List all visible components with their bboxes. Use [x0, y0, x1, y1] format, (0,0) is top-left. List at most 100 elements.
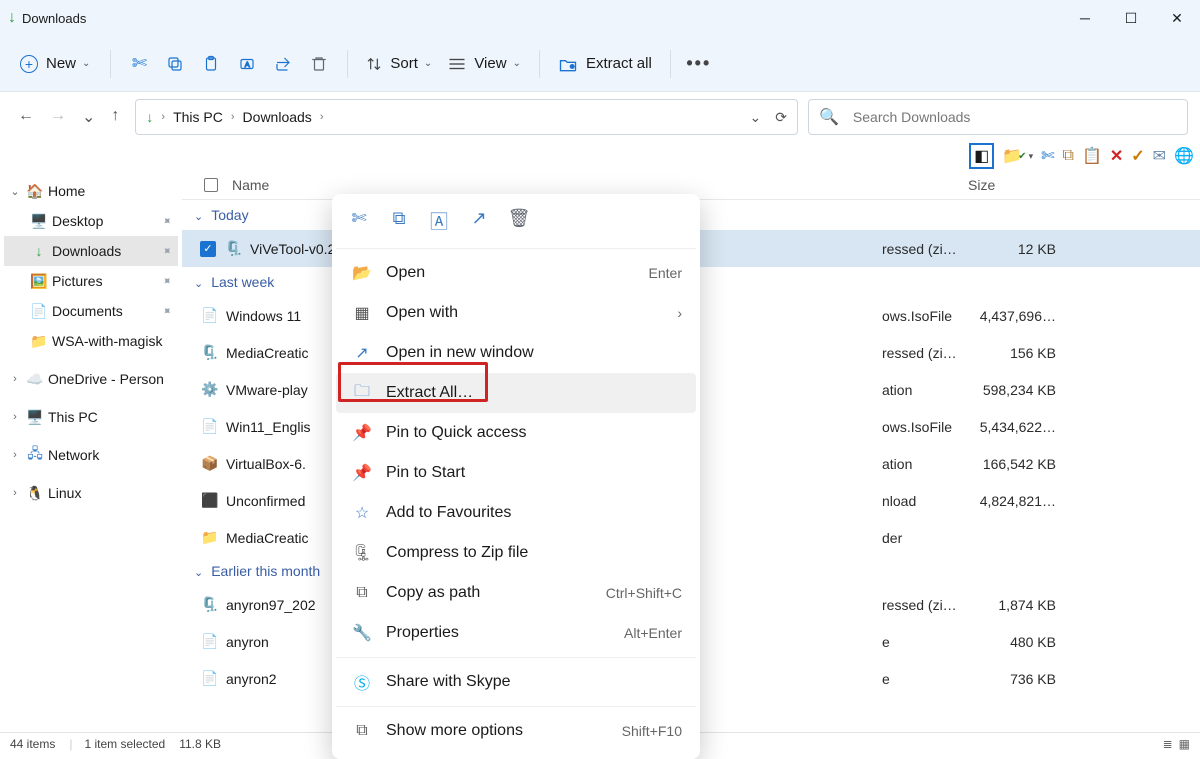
- ctx-open-new-window[interactable]: ↗Open in new window: [336, 333, 696, 373]
- file-size: 4,437,696…: [974, 308, 1056, 324]
- search-placeholder: Search Downloads: [853, 109, 971, 125]
- sidebar-onedrive[interactable]: ›☁️OneDrive - Person: [4, 364, 178, 394]
- separator: [670, 50, 671, 78]
- file-icon: ⬛: [200, 492, 220, 509]
- cut-button[interactable]: ✄: [121, 46, 157, 82]
- sidebar-pictures[interactable]: 🖼️Pictures✦: [4, 266, 178, 296]
- file-icon: 🗜️: [200, 596, 220, 613]
- paste-button[interactable]: [193, 46, 229, 82]
- delete-icon[interactable]: 🗑: [508, 208, 530, 234]
- mail-icon[interactable]: ✉: [1153, 146, 1166, 166]
- file-name: Unconfirmed: [226, 493, 305, 509]
- extension-toolbar: ◧ 📁✔▾ ✄ ⧉ 📋 ✕ ✓ ✉ 🌐: [0, 142, 1200, 170]
- recent-button[interactable]: ⌄: [82, 107, 95, 127]
- maximize-button[interactable]: ☐: [1108, 0, 1154, 36]
- ctx-pin-start[interactable]: 📌Pin to Start: [336, 453, 696, 493]
- sidebar-linux[interactable]: ›🐧Linux: [4, 478, 178, 508]
- copy-button[interactable]: [157, 46, 193, 82]
- sidebar-documents[interactable]: 📄Documents✦: [4, 296, 178, 326]
- svg-text:A: A: [245, 60, 250, 69]
- breadcrumb-thispc[interactable]: This PC: [173, 109, 223, 125]
- file-name: anyron2: [226, 671, 277, 687]
- sidebar-desktop[interactable]: 🖥️Desktop✦: [4, 206, 178, 236]
- file-icon: 📁: [200, 529, 220, 546]
- sidebar-label: Desktop: [52, 213, 103, 229]
- copy-icon[interactable]: ⧉: [1063, 147, 1074, 165]
- folder-icon: 📂: [350, 263, 374, 283]
- row-checkbox[interactable]: ✓: [200, 241, 216, 257]
- share-button[interactable]: [265, 46, 301, 82]
- forward-button[interactable]: →: [50, 107, 66, 127]
- file-size: 156 KB: [974, 345, 1056, 361]
- panel-icon[interactable]: ◧: [969, 143, 994, 169]
- file-name: VirtualBox-6.: [226, 456, 306, 472]
- ctx-extract-all[interactable]: 🗀Extract All…: [336, 373, 696, 413]
- status-sel-size: 11.8 KB: [179, 737, 221, 751]
- back-button[interactable]: ←: [18, 107, 34, 127]
- refresh-button[interactable]: ⟳: [775, 109, 787, 126]
- more-icon: ⧉: [350, 722, 374, 740]
- sidebar-label: Documents: [52, 303, 123, 319]
- check-icon[interactable]: ✓: [1131, 146, 1144, 166]
- pin-icon: 📌: [350, 423, 374, 443]
- globe-icon[interactable]: 🌐: [1174, 146, 1194, 166]
- extract-all-button[interactable]: Extract all: [550, 49, 660, 79]
- up-button[interactable]: ↑: [111, 107, 119, 127]
- sort-button[interactable]: Sort ⌄: [358, 49, 440, 78]
- x-icon[interactable]: ✕: [1110, 146, 1123, 166]
- copy-icon[interactable]: ⧉: [388, 208, 410, 234]
- file-type: ressed (zi…: [882, 597, 957, 613]
- file-name: Win11_Englis: [226, 419, 311, 435]
- sidebar-thispc[interactable]: ›🖥️This PC: [4, 402, 178, 432]
- share-icon[interactable]: ↗: [468, 208, 490, 234]
- more-button[interactable]: •••: [681, 46, 717, 82]
- new-button[interactable]: + New ⌄: [10, 49, 100, 79]
- chevron-down-icon: ⌄: [82, 58, 90, 69]
- sidebar-downloads[interactable]: ↓Downloads✦: [4, 236, 178, 266]
- window-controls: ─ ☐ ✕: [1062, 0, 1200, 36]
- cut-icon[interactable]: ✄: [348, 208, 370, 234]
- view-button[interactable]: View ⌄: [440, 49, 529, 78]
- separator: [539, 50, 540, 78]
- column-size[interactable]: Size: [968, 177, 995, 193]
- downloads-title-icon: ↓: [8, 9, 16, 27]
- rename-button[interactable]: A: [229, 46, 265, 82]
- tiles-view-icon[interactable]: ▦: [1179, 737, 1190, 751]
- search-box[interactable]: 🔍 Search Downloads: [808, 99, 1188, 135]
- address-bar[interactable]: ↓ › This PC › Downloads › ⌄ ⟳: [135, 99, 798, 135]
- scissors-icon[interactable]: ✄: [1041, 146, 1054, 166]
- ctx-favourites[interactable]: ☆Add to Favourites: [336, 493, 696, 533]
- nav-buttons: ← → ⌄ ↑: [12, 107, 125, 127]
- ctx-show-more[interactable]: ⧉Show more optionsShift+F10: [336, 711, 696, 751]
- address-dropdown-button[interactable]: ⌄: [750, 109, 762, 126]
- ctx-open-with[interactable]: ▦Open with›: [336, 293, 696, 333]
- ctx-open[interactable]: 📂OpenEnter: [336, 253, 696, 293]
- chevron-right-icon: ›: [677, 305, 682, 321]
- file-size: 736 KB: [974, 671, 1056, 687]
- delete-button[interactable]: [301, 46, 337, 82]
- ctx-label: Open in new window: [386, 344, 534, 362]
- plus-icon: +: [20, 55, 38, 73]
- separator: [336, 248, 696, 249]
- ctx-copy-path[interactable]: ⧉Copy as pathCtrl+Shift+C: [336, 573, 696, 613]
- folder-check-icon[interactable]: 📁✔▾: [1002, 146, 1033, 166]
- sidebar-label: Pictures: [52, 273, 103, 289]
- close-button[interactable]: ✕: [1154, 0, 1200, 36]
- ctx-pin-quick[interactable]: 📌Pin to Quick access: [336, 413, 696, 453]
- select-all-checkbox[interactable]: [204, 178, 218, 192]
- rename-icon[interactable]: 🄰: [428, 208, 450, 234]
- column-name[interactable]: Name: [232, 177, 269, 193]
- details-view-icon[interactable]: ≣: [1163, 737, 1173, 751]
- minimize-button[interactable]: ─: [1062, 0, 1108, 36]
- ctx-share-skype[interactable]: ⓈShare with Skype: [336, 662, 696, 702]
- file-name: Windows 11: [226, 308, 301, 324]
- clipboard-icon[interactable]: 📋: [1082, 146, 1102, 166]
- sidebar-home[interactable]: ⌄🏠Home: [4, 176, 178, 206]
- ctx-compress[interactable]: 🗜Compress to Zip file: [336, 533, 696, 573]
- ctx-properties[interactable]: 🔧PropertiesAlt+Enter: [336, 613, 696, 653]
- breadcrumb-downloads[interactable]: Downloads: [243, 109, 312, 125]
- file-icon: 📄: [200, 670, 220, 687]
- sidebar-network[interactable]: ›🖧Network: [4, 440, 178, 470]
- ctx-label: Pin to Start: [386, 464, 465, 482]
- sidebar-wsa[interactable]: 📁WSA-with-magisk: [4, 326, 178, 356]
